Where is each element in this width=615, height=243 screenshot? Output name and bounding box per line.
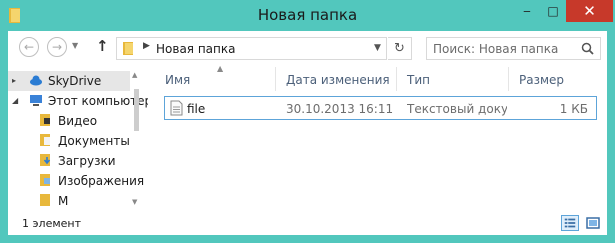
pictures-folder-icon xyxy=(40,174,50,186)
column-header-name[interactable]: ▲ Имя xyxy=(155,64,276,91)
sidebar-item-label: Документы xyxy=(58,134,130,148)
file-name: file xyxy=(187,102,206,116)
close-button[interactable]: ✕ xyxy=(566,0,613,22)
search-input[interactable]: Поиск: Новая папка xyxy=(426,37,601,60)
details-view-button[interactable] xyxy=(561,215,579,231)
scroll-down-arrow-icon[interactable]: ▼ xyxy=(132,198,137,206)
video-folder-icon xyxy=(40,114,50,126)
refresh-icon: ↻ xyxy=(394,41,405,56)
search-icon xyxy=(581,42,594,55)
sort-ascending-icon: ▲ xyxy=(217,64,224,73)
file-list: ▲ Имя Дата изменения Тип Размер file 30.… xyxy=(155,64,607,209)
status-bar: 1 элемент xyxy=(8,211,607,235)
column-label: Имя xyxy=(165,73,191,87)
arrow-right-icon: → xyxy=(51,40,63,54)
address-bar[interactable]: ▶ Новая папка ▼ xyxy=(116,37,387,60)
address-toolbar: ← → ▼ ↑ ▶ Новая папка ▼ ↻ Поиск: Новая п… xyxy=(8,31,607,65)
file-date: 30.10.2013 16:11 xyxy=(286,102,394,116)
navigation-pane: ▸ SkyDrive ◢ Этот компьютер Видео Докуме… xyxy=(8,69,148,211)
arrow-left-icon: ← xyxy=(23,40,35,54)
file-type: Текстовый доку... xyxy=(407,102,507,116)
table-row[interactable]: file 30.10.2013 16:11 Текстовый доку... … xyxy=(164,96,597,120)
sidebar-item-label: М xyxy=(58,194,69,208)
large-icons-view-icon xyxy=(586,217,600,229)
forward-button[interactable]: → xyxy=(47,37,67,57)
column-label: Тип xyxy=(407,73,430,87)
scrollbar-thumb[interactable] xyxy=(134,89,139,131)
scroll-up-arrow-icon[interactable]: ▲ xyxy=(132,71,137,79)
column-header-date[interactable]: Дата изменения xyxy=(276,67,397,91)
sidebar-item-pictures[interactable]: Изображения xyxy=(8,171,144,191)
large-icons-view-button[interactable] xyxy=(584,215,602,231)
back-button[interactable]: ← xyxy=(19,37,39,57)
sidebar-item-video[interactable]: Видео xyxy=(8,111,130,131)
search-placeholder: Поиск: Новая папка xyxy=(433,42,559,56)
explorer-window: Новая папка ‒ □ ✕ ← → ▼ ↑ ▶ Новая папка … xyxy=(0,0,615,243)
minimize-button[interactable]: ‒ xyxy=(514,0,540,22)
computer-icon xyxy=(30,95,42,106)
address-history-dropdown[interactable]: ▼ xyxy=(374,43,381,53)
column-label: Дата изменения xyxy=(286,73,390,87)
title-bar[interactable]: Новая папка ‒ □ ✕ xyxy=(0,0,615,32)
sidebar-item-this-pc[interactable]: ◢ Этот компьютер xyxy=(8,91,148,111)
navigation-scrollbar[interactable]: ▲ ▼ xyxy=(132,71,141,206)
sidebar-item-label: SkyDrive xyxy=(48,74,102,88)
recent-locations-dropdown[interactable]: ▼ xyxy=(72,41,78,50)
sidebar-item-skydrive[interactable]: ▸ SkyDrive xyxy=(8,71,130,91)
breadcrumb-chevron-icon[interactable]: ▶ xyxy=(143,41,150,51)
window-body: ← → ▼ ↑ ▶ Новая папка ▼ ↻ Поиск: Новая п… xyxy=(8,31,607,235)
sidebar-item-downloads[interactable]: Загрузки xyxy=(8,151,130,171)
column-header-size[interactable]: Размер xyxy=(509,67,605,91)
text-file-icon xyxy=(170,100,183,116)
arrow-up-icon: ↑ xyxy=(96,37,109,55)
column-label: Размер xyxy=(519,73,565,87)
maximize-button[interactable]: □ xyxy=(540,0,566,22)
expand-chevron-icon[interactable]: ◢ xyxy=(12,96,18,105)
folder-icon xyxy=(123,42,133,55)
refresh-button[interactable]: ↻ xyxy=(388,37,412,60)
downloads-folder-icon xyxy=(40,154,51,166)
sidebar-item-label: Видео xyxy=(58,114,98,128)
item-count: 1 элемент xyxy=(22,217,81,230)
documents-folder-icon xyxy=(40,134,50,146)
music-folder-icon xyxy=(40,194,50,206)
details-view-icon xyxy=(564,218,576,228)
sidebar-item-label: Загрузки xyxy=(58,154,116,168)
up-button[interactable]: ↑ xyxy=(96,37,109,55)
file-size: 1 КБ xyxy=(559,102,588,116)
expand-chevron-icon[interactable]: ▸ xyxy=(12,76,16,85)
sidebar-item-documents[interactable]: Документы xyxy=(8,131,130,151)
column-header-type[interactable]: Тип xyxy=(397,67,509,91)
breadcrumb-current-folder[interactable]: Новая папка xyxy=(156,42,235,56)
cloud-icon xyxy=(30,75,42,86)
sidebar-item-music[interactable]: М xyxy=(8,191,130,211)
